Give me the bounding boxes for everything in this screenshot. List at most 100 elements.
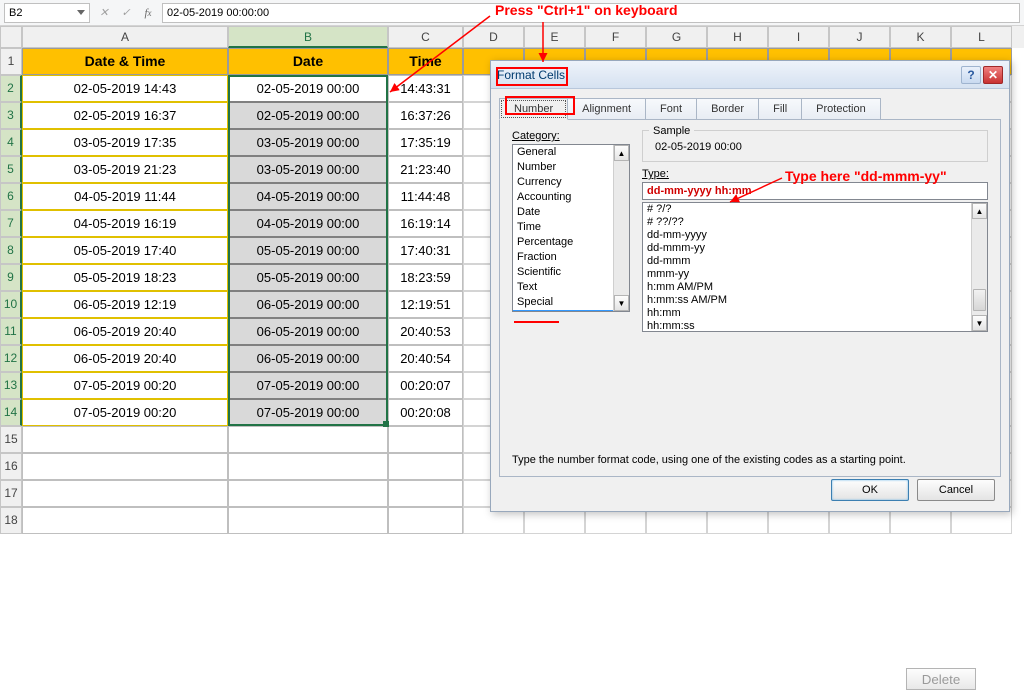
col-header-K[interactable]: K — [890, 26, 951, 48]
cancel-button[interactable]: Cancel — [917, 479, 995, 501]
ok-button[interactable]: OK — [831, 479, 909, 501]
row-header[interactable]: 2 — [0, 75, 22, 102]
type-item[interactable]: h:mm AM/PM — [643, 281, 987, 294]
row-header[interactable]: 8 — [0, 237, 22, 264]
type-item[interactable]: dd-mmm-yy — [643, 242, 987, 255]
col-header-H[interactable]: H — [707, 26, 768, 48]
scrollbar[interactable]: ▲ ▼ — [971, 203, 987, 331]
cell-datetime[interactable]: 02-05-2019 16:37 — [22, 102, 228, 129]
cell-datetime[interactable]: 05-05-2019 18:23 — [22, 264, 228, 291]
row-header[interactable]: 4 — [0, 129, 22, 156]
category-list[interactable]: GeneralNumberCurrencyAccountingDateTimeP… — [512, 144, 630, 312]
row-header[interactable]: 18 — [0, 507, 22, 534]
col-header-E[interactable]: E — [524, 26, 585, 48]
cell-time[interactable]: 00:20:08 — [388, 399, 463, 426]
col-header-F[interactable]: F — [585, 26, 646, 48]
row-header-1[interactable]: 1 — [0, 48, 22, 75]
category-item[interactable]: Time — [513, 220, 629, 235]
tab-alignment[interactable]: Alignment — [568, 98, 646, 120]
cell-time[interactable]: 21:23:40 — [388, 156, 463, 183]
cell-date[interactable]: 07-05-2019 00:00 — [228, 372, 388, 399]
cell-time[interactable]: 20:40:54 — [388, 345, 463, 372]
cell-date[interactable]: 07-05-2019 00:00 — [228, 399, 388, 426]
cell-date[interactable]: 06-05-2019 00:00 — [228, 318, 388, 345]
category-item[interactable]: Scientific — [513, 265, 629, 280]
category-item[interactable]: Percentage — [513, 235, 629, 250]
cell-time[interactable]: 11:44:48 — [388, 183, 463, 210]
header-date[interactable]: Date — [228, 48, 388, 75]
cell-time[interactable]: 17:40:31 — [388, 237, 463, 264]
select-all-corner[interactable] — [0, 26, 22, 48]
row-header[interactable]: 11 — [0, 318, 22, 345]
category-item[interactable]: General — [513, 145, 629, 160]
cell-date[interactable]: 04-05-2019 00:00 — [228, 210, 388, 237]
row-header[interactable]: 10 — [0, 291, 22, 318]
row-header[interactable]: 14 — [0, 399, 22, 426]
scrollbar[interactable]: ▲ ▼ — [613, 145, 629, 311]
cell-date[interactable]: 05-05-2019 00:00 — [228, 237, 388, 264]
cell-date[interactable]: 06-05-2019 00:00 — [228, 345, 388, 372]
cell-datetime[interactable]: 07-05-2019 00:20 — [22, 372, 228, 399]
type-item[interactable]: # ?/? — [643, 203, 987, 216]
col-header-J[interactable]: J — [829, 26, 890, 48]
tab-border[interactable]: Border — [697, 98, 759, 120]
col-header-G[interactable]: G — [646, 26, 707, 48]
row-header[interactable]: 13 — [0, 372, 22, 399]
category-item[interactable]: Custom — [513, 310, 629, 312]
row-header[interactable]: 6 — [0, 183, 22, 210]
col-header-L[interactable]: L — [951, 26, 1012, 48]
row-header[interactable]: 3 — [0, 102, 22, 129]
col-header-I[interactable]: I — [768, 26, 829, 48]
type-item[interactable]: mmm-yy — [643, 268, 987, 281]
category-item[interactable]: Date — [513, 205, 629, 220]
scroll-up-icon[interactable]: ▲ — [972, 203, 987, 219]
type-item[interactable]: h:mm:ss AM/PM — [643, 294, 987, 307]
type-input[interactable] — [642, 182, 988, 200]
cell-date[interactable]: 02-05-2019 00:00 — [228, 75, 388, 102]
header-datetime[interactable]: Date & Time — [22, 48, 228, 75]
type-item[interactable]: hh:mm:ss — [643, 320, 987, 332]
row-header[interactable]: 17 — [0, 480, 22, 507]
category-item[interactable]: Fraction — [513, 250, 629, 265]
cell-datetime[interactable]: 04-05-2019 11:44 — [22, 183, 228, 210]
cancel-icon[interactable]: ✕ — [96, 5, 112, 21]
col-header-A[interactable]: A — [22, 26, 228, 48]
cell-date[interactable]: 06-05-2019 00:00 — [228, 291, 388, 318]
tab-font[interactable]: Font — [646, 98, 697, 120]
scroll-thumb[interactable] — [973, 289, 986, 311]
cell-datetime[interactable]: 04-05-2019 16:19 — [22, 210, 228, 237]
cell-time[interactable]: 16:19:14 — [388, 210, 463, 237]
cell-datetime[interactable]: 03-05-2019 21:23 — [22, 156, 228, 183]
category-item[interactable]: Accounting — [513, 190, 629, 205]
col-header-C[interactable]: C — [388, 26, 463, 48]
chevron-down-icon[interactable] — [77, 10, 85, 15]
type-item[interactable]: dd-mm-yyyy — [643, 229, 987, 242]
cell-datetime[interactable]: 03-05-2019 17:35 — [22, 129, 228, 156]
type-item[interactable]: # ??/?? — [643, 216, 987, 229]
scroll-down-icon[interactable]: ▼ — [614, 295, 629, 311]
cell-date[interactable]: 03-05-2019 00:00 — [228, 156, 388, 183]
fx-icon[interactable]: fx — [140, 5, 156, 21]
row-header[interactable]: 7 — [0, 210, 22, 237]
cell-datetime[interactable]: 06-05-2019 20:40 — [22, 318, 228, 345]
scroll-up-icon[interactable]: ▲ — [614, 145, 629, 161]
cell-date[interactable]: 05-05-2019 00:00 — [228, 264, 388, 291]
tab-protection[interactable]: Protection — [802, 98, 881, 120]
row-header[interactable]: 9 — [0, 264, 22, 291]
category-item[interactable]: Special — [513, 295, 629, 310]
cell-date[interactable]: 03-05-2019 00:00 — [228, 129, 388, 156]
tab-fill[interactable]: Fill — [759, 98, 802, 120]
col-header-D[interactable]: D — [463, 26, 524, 48]
cell-time[interactable]: 00:20:07 — [388, 372, 463, 399]
help-icon[interactable]: ? — [961, 66, 981, 84]
cell-date[interactable]: 02-05-2019 00:00 — [228, 102, 388, 129]
row-header[interactable]: 15 — [0, 426, 22, 453]
row-header[interactable]: 12 — [0, 345, 22, 372]
cell-time[interactable]: 18:23:59 — [388, 264, 463, 291]
cell-time[interactable]: 17:35:19 — [388, 129, 463, 156]
row-header[interactable]: 5 — [0, 156, 22, 183]
delete-button[interactable]: Delete — [906, 668, 976, 690]
category-item[interactable]: Currency — [513, 175, 629, 190]
cell-date[interactable]: 04-05-2019 00:00 — [228, 183, 388, 210]
cell-datetime[interactable]: 06-05-2019 20:40 — [22, 345, 228, 372]
